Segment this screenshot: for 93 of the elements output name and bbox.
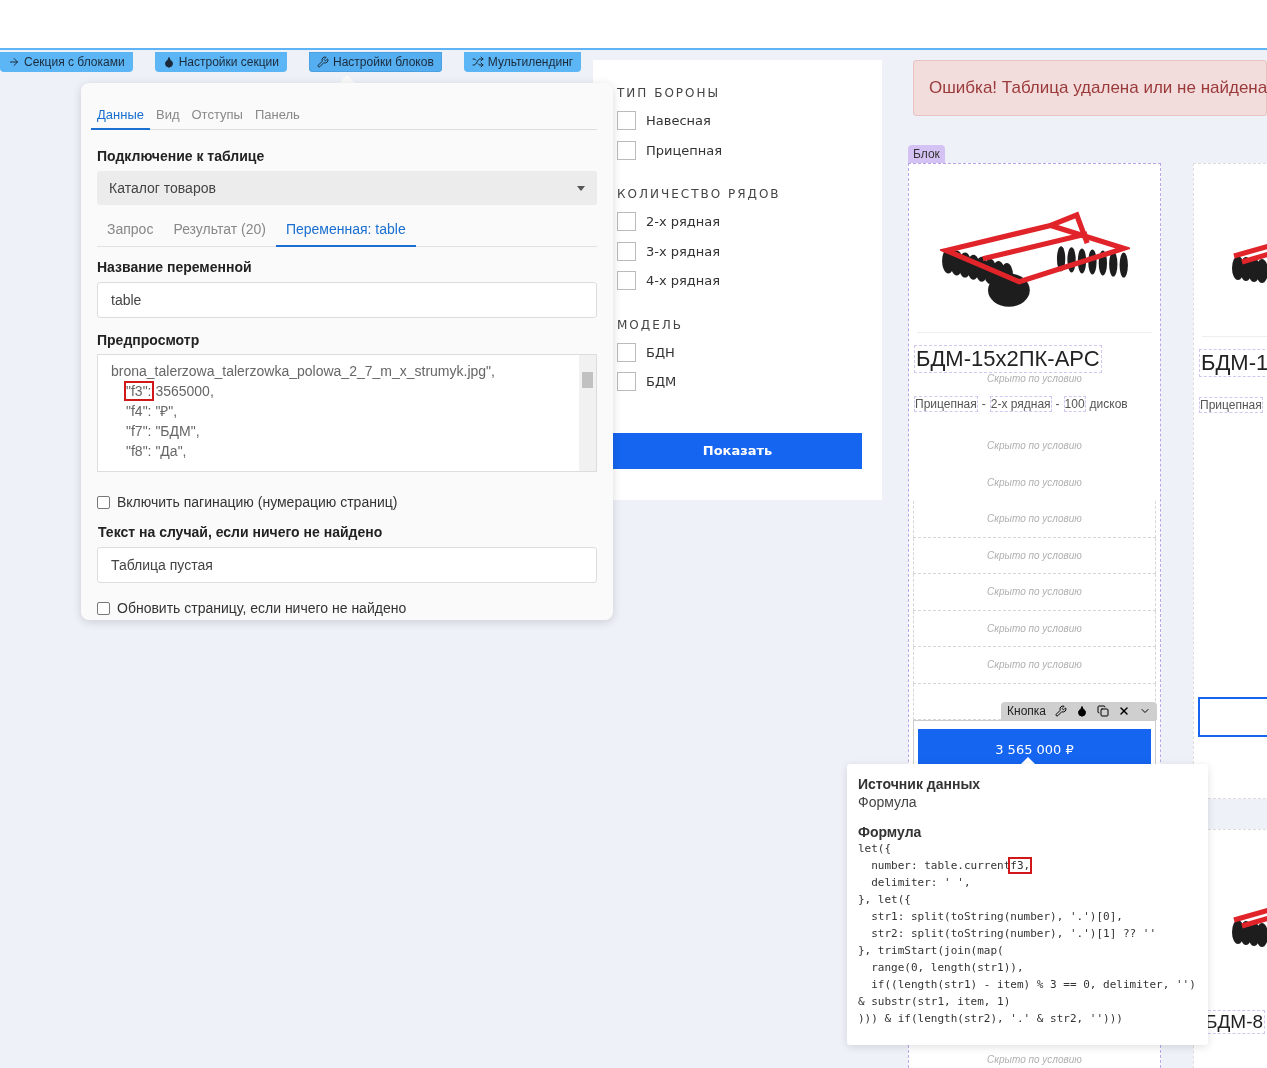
filter-checkbox[interactable] xyxy=(617,342,636,362)
drop-icon xyxy=(162,56,175,68)
hidden-note: Скрыто по условию xyxy=(986,1054,1083,1065)
preview-line: "f4": "₽", xyxy=(125,402,179,421)
harrow-drawing xyxy=(1232,906,1267,948)
scrollbar[interactable] xyxy=(579,355,596,471)
query-tab[interactable]: Запрос xyxy=(97,215,164,247)
filter-option-label: Прицепная xyxy=(646,142,723,158)
popover-heading: Формула xyxy=(858,824,923,840)
filter-group-title: МОДЕЛЬ xyxy=(617,317,684,332)
filter-option-label: 4-х рядная xyxy=(646,273,721,289)
filter-checkbox[interactable] xyxy=(617,111,636,131)
shuffle-icon xyxy=(471,56,484,68)
filter-option-label: 2-х рядная xyxy=(646,214,721,230)
settings-tab[interactable]: Данные xyxy=(91,103,150,130)
code-line: }, let({ xyxy=(858,892,912,908)
hidden-row: Скрыто по условию xyxy=(913,610,1156,647)
product-tag: 2-х рядная xyxy=(989,396,1052,412)
settings-tab[interactable]: Отступы xyxy=(185,103,249,130)
filter-checkbox[interactable] xyxy=(617,212,636,232)
filter-option-label: Навесная xyxy=(646,113,711,129)
hidden-row: Скрыто по условию xyxy=(913,501,1156,538)
hidden-row: Скрыто по условию xyxy=(913,574,1156,611)
filter-group-title: КОЛИЧЕСТВО РЯДОВ xyxy=(617,187,782,201)
preview-line: brona_talerzowa_talerzowka_polowa_2_7_m_x_strumyk.jpg", xyxy=(111,362,496,381)
preview-textarea[interactable]: brona_talerzowa_talerzowka_polowa_2_7_m_x_strumyk.jpg", "f3": 3565000, "f4": "₽", "f7": "БДМ", "f8": "Да", xyxy=(97,354,597,472)
tag-text: дисков xyxy=(1088,396,1129,412)
field-label: Название переменной xyxy=(97,259,253,275)
section-toolbar-button[interactable]: Настройки блоков xyxy=(309,52,442,72)
filter-checkbox[interactable] xyxy=(617,372,636,392)
empty-text-input[interactable]: Таблица пустая xyxy=(97,547,597,583)
tag-text: - xyxy=(1054,396,1061,412)
code-line: & substr(str1, item, 1) xyxy=(858,994,1012,1010)
drop-icon[interactable] xyxy=(1076,705,1088,717)
hidden-row: Скрыто по условию xyxy=(913,647,1156,684)
code-line: number: table.current f3, xyxy=(870,858,1032,874)
preview-line: "f8": "Да", xyxy=(125,442,188,461)
filter-option-label: БДМ xyxy=(646,374,677,390)
popover-heading: Источник данных xyxy=(858,776,982,792)
checkbox-label: Обновить страницу, если ничего не найдено xyxy=(117,600,407,616)
caret-icon xyxy=(577,185,585,191)
show-button[interactable]: Показать xyxy=(613,432,862,469)
settings-tab[interactable]: Панель xyxy=(248,103,306,130)
popover-value: Формула xyxy=(858,794,918,810)
block-label: Блок xyxy=(908,145,945,163)
code-line: str2: split(toString(number), '.')[1] ?? '' xyxy=(870,926,1157,942)
hidden-row-text: Скрыто по условию xyxy=(986,475,1083,490)
product-tag: Прицепная xyxy=(1199,397,1263,413)
query-tab[interactable]: Переменная: table xyxy=(275,215,416,247)
field-label: Предпросмотр xyxy=(97,332,201,348)
hidden-note: Скрыто по условию xyxy=(986,373,1083,384)
section-toolbar-button[interactable]: Мультилендинг xyxy=(463,52,582,72)
close-icon[interactable] xyxy=(1118,705,1130,717)
table-select[interactable]: Каталог товаров xyxy=(97,171,597,205)
hidden-row-text: Скрыто по условию xyxy=(986,439,1083,454)
section-toolbar-button[interactable]: Секция с блоками xyxy=(0,52,133,72)
filter-checkbox[interactable] xyxy=(617,271,636,291)
checkbox[interactable] xyxy=(97,601,110,615)
copy-icon[interactable] xyxy=(1097,705,1109,717)
code-line: delimiter: ' ', xyxy=(870,875,972,891)
code-line: ))) & if(length(str2), '.' & str2, ''))) xyxy=(858,1011,1124,1027)
section-toolbar-button[interactable]: Настройки секции xyxy=(154,52,287,72)
field-label: Подключение к таблице xyxy=(97,148,266,164)
settings-tab[interactable]: Вид xyxy=(149,103,186,130)
preview-line: "f7": "БДМ", xyxy=(125,422,201,441)
product-title: БДМ-15х2ПК-АРС xyxy=(914,345,1102,373)
filter-option-label: 3-х рядная xyxy=(646,243,721,259)
hidden-row: Скрыто по условию xyxy=(913,537,1156,574)
filter-checkbox[interactable] xyxy=(617,140,636,160)
code-line: }, trimStart(join(map( xyxy=(858,943,1005,959)
wrench-icon[interactable] xyxy=(1055,705,1067,717)
harrow-drawing xyxy=(1232,242,1267,284)
code-line: let({ xyxy=(858,841,893,857)
variable-name-input[interactable]: table xyxy=(97,282,597,318)
arrow-icon xyxy=(8,56,20,68)
query-tab[interactable]: Результат (20) xyxy=(163,215,276,247)
wrench-icon xyxy=(317,56,329,68)
checkbox-label: Включить пагинацию (нумерацию страниц) xyxy=(117,494,398,510)
tag-text: - xyxy=(980,396,987,412)
product-tag: 100 xyxy=(1063,396,1086,412)
code-line: str1: split(toString(number), '.')[0], xyxy=(870,909,1124,925)
checkbox[interactable] xyxy=(97,495,110,509)
filter-checkbox[interactable] xyxy=(617,241,636,261)
error-banner: Ошибка! Таблица удалена или не найдена xyxy=(913,60,1267,116)
element-label: Кнопка xyxy=(1007,704,1046,718)
product-tag: Прицепная xyxy=(914,396,978,412)
filter-group-title: ТИП БОРОНЫ xyxy=(617,86,722,100)
preview-line: "f3": 3565000, xyxy=(125,382,215,401)
field-label: Текст на случай, если ничего не найдено xyxy=(98,524,384,540)
product-title: БДМ-1 xyxy=(1199,349,1267,377)
code-line: range(0, length(str1)), xyxy=(870,960,1025,976)
code-line: if((length(str1) - item) % 3 == 0, delimiter, '') xyxy=(870,977,1197,993)
filter-option-label: БДН xyxy=(646,344,675,360)
